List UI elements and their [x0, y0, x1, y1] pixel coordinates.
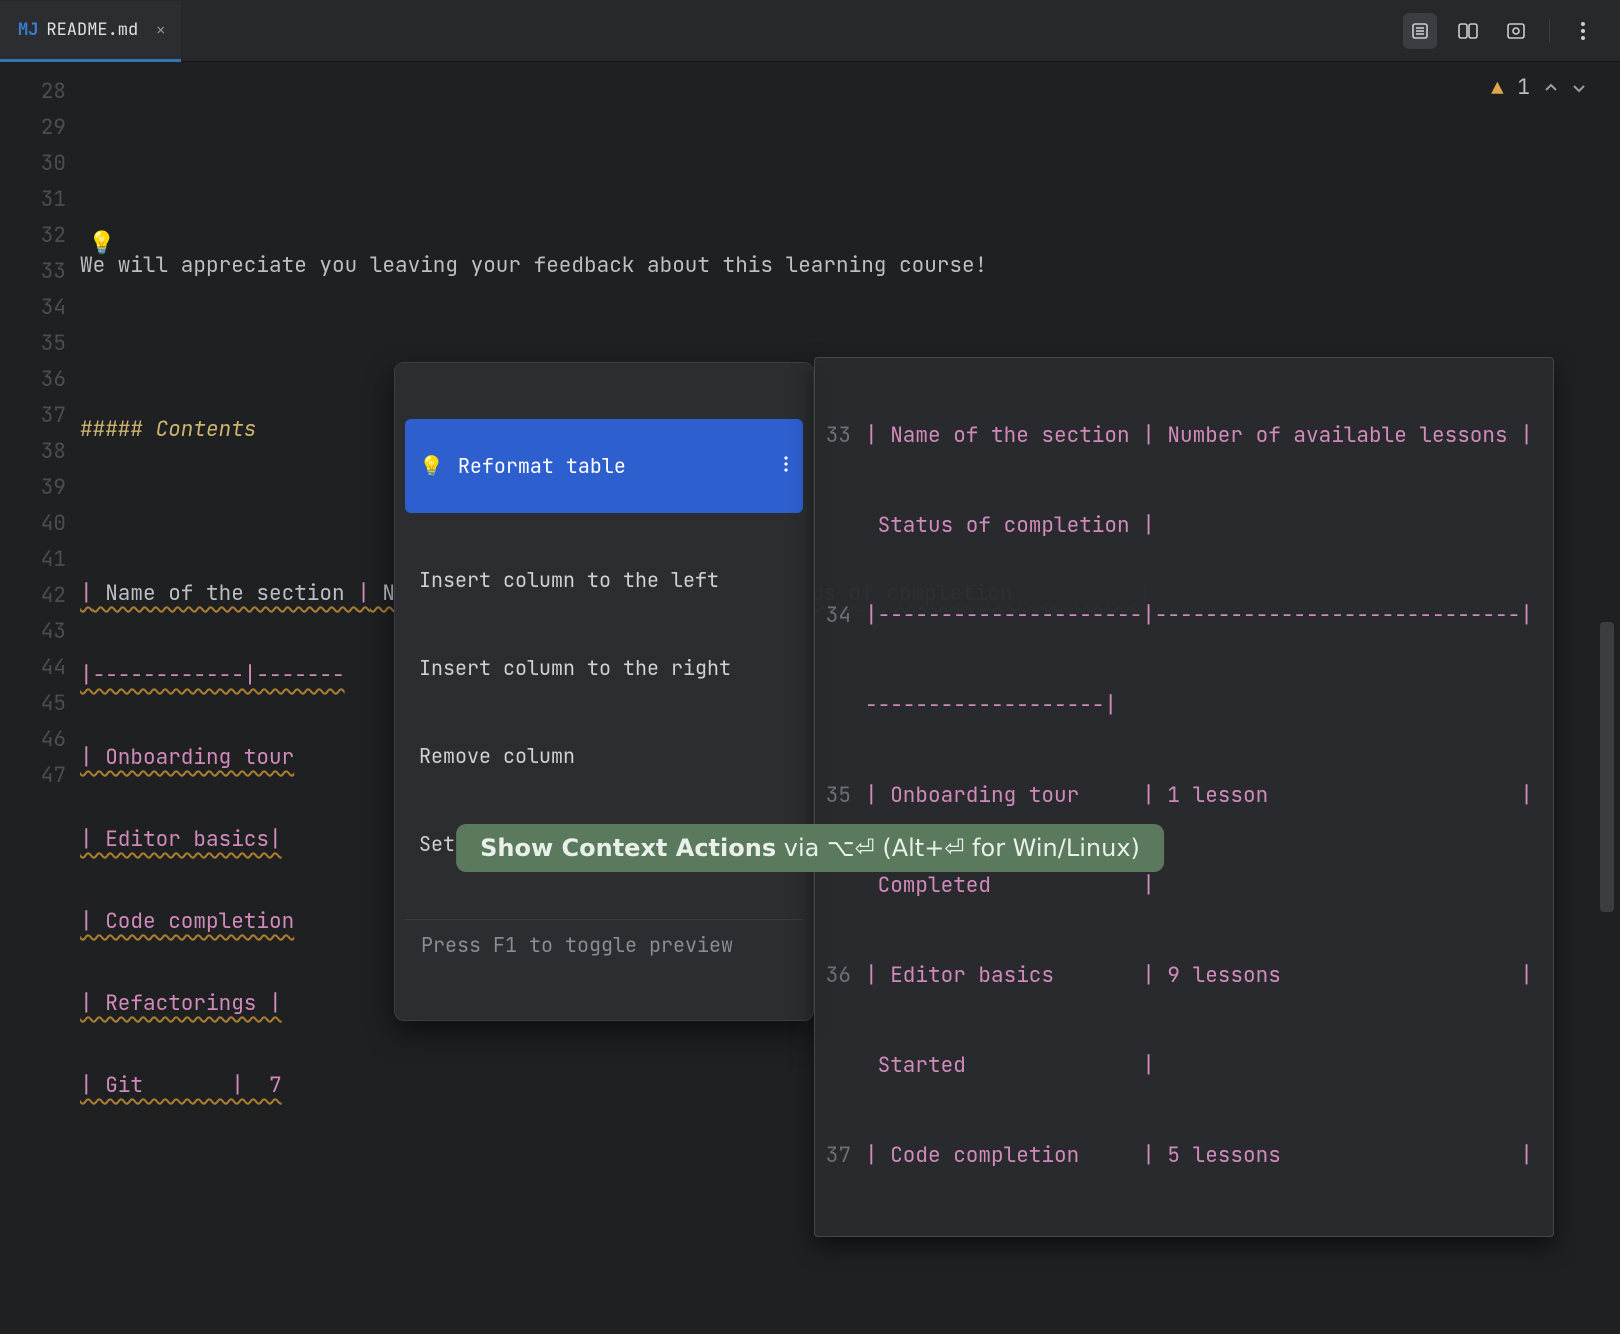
warning-icon: ▲	[1491, 75, 1503, 101]
preview-line: 37| Code completion | 5 lessons |	[815, 1138, 1553, 1174]
line-number: 38	[0, 434, 66, 470]
titlebar: MJ README.md ✕	[0, 0, 1620, 62]
intention-item-remove-column[interactable]: Remove column	[405, 735, 803, 777]
intention-preview-pane: 33| Name of the section | Number of avai…	[814, 357, 1554, 1237]
intention-footer-hint: Press F1 to toggle preview	[405, 919, 803, 958]
intention-label: Insert column to the right	[419, 655, 731, 681]
titlebar-actions	[1403, 13, 1620, 49]
divider	[1549, 19, 1550, 43]
chevron-up-icon[interactable]	[1544, 82, 1558, 94]
line-number: 28	[0, 74, 66, 110]
warning-count: 1	[1517, 74, 1530, 101]
code-line	[80, 166, 1620, 202]
lightbulb-icon: 💡	[419, 453, 444, 479]
line-number: 37	[0, 398, 66, 434]
editor-only-view-icon[interactable]	[1403, 13, 1437, 49]
file-tab[interactable]: MJ README.md ✕	[0, 1, 181, 62]
editor-and-preview-icon[interactable]	[1451, 13, 1485, 49]
markdown-file-icon: MJ	[18, 19, 38, 41]
more-actions-icon[interactable]	[1566, 13, 1600, 49]
preview-line: 33| Name of the section | Number of avai…	[815, 418, 1553, 454]
intention-item-insert-col-left[interactable]: Insert column to the left	[405, 559, 803, 601]
preview-line: -------------------|	[815, 688, 1553, 724]
scrollbar-thumb[interactable]	[1600, 622, 1614, 912]
preview-line: 35| Onboarding tour | 1 lesson |	[815, 778, 1553, 814]
tab-filename: README.md	[46, 19, 138, 41]
code-area[interactable]: ▲ 1 We will appreciate you leaving your …	[80, 62, 1620, 896]
line-number: 29	[0, 110, 66, 146]
line-number: 47	[0, 758, 66, 794]
tip-bold: Show Context Actions	[480, 834, 776, 862]
chevron-down-icon[interactable]	[1572, 82, 1586, 94]
line-number: 32	[0, 218, 66, 254]
intention-more-icon[interactable]	[663, 427, 789, 505]
intention-label: Insert column to the left	[419, 567, 719, 593]
line-number: 34	[0, 290, 66, 326]
line-number: 45	[0, 686, 66, 722]
preview-line: Started |	[815, 1048, 1553, 1084]
preview-line: 34|---------------------|---------------…	[815, 598, 1553, 634]
line-number: 36	[0, 362, 66, 398]
intention-label: Reformat table	[458, 453, 626, 479]
editor: 28 29 30 31 32 33 34 35 36 37 38 39 40 4…	[0, 62, 1620, 896]
preview-line: 36| Editor basics | 9 lessons |	[815, 958, 1553, 994]
intention-bulb-icon[interactable]: 💡	[88, 228, 115, 257]
line-number: 40	[0, 506, 66, 542]
intention-item-insert-col-right[interactable]: Insert column to the right	[405, 647, 803, 689]
close-tab-icon[interactable]: ✕	[156, 20, 165, 40]
preview-line: Completed |	[815, 868, 1553, 904]
gutter: 28 29 30 31 32 33 34 35 36 37 38 39 40 4…	[0, 62, 80, 896]
intention-actions-popup: 💡 Reformat table Insert column to the le…	[394, 362, 814, 1021]
lesson-tip: Show Context Actions via ⌥⏎ (Alt+⏎ for W…	[456, 824, 1164, 872]
line-number: 31	[0, 182, 66, 218]
intention-item-reformat-table[interactable]: 💡 Reformat table	[405, 419, 803, 513]
line-number: 39	[0, 470, 66, 506]
code-line: We will appreciate you leaving your feed…	[80, 248, 1620, 284]
preview-only-icon[interactable]	[1499, 13, 1533, 49]
tip-rest: via ⌥⏎ (Alt+⏎ for Win/Linux)	[776, 834, 1140, 862]
line-number: 43	[0, 614, 66, 650]
line-number: 46	[0, 722, 66, 758]
line-number: 30	[0, 146, 66, 182]
intention-label: Remove column	[419, 743, 575, 769]
line-number: 35	[0, 326, 66, 362]
line-number: 41	[0, 542, 66, 578]
preview-line: Status of completion |	[815, 508, 1553, 544]
line-number: 33	[0, 254, 66, 290]
line-number: 42	[0, 578, 66, 614]
inspections-badge[interactable]: ▲ 1	[1491, 74, 1586, 101]
line-number: 44	[0, 650, 66, 686]
